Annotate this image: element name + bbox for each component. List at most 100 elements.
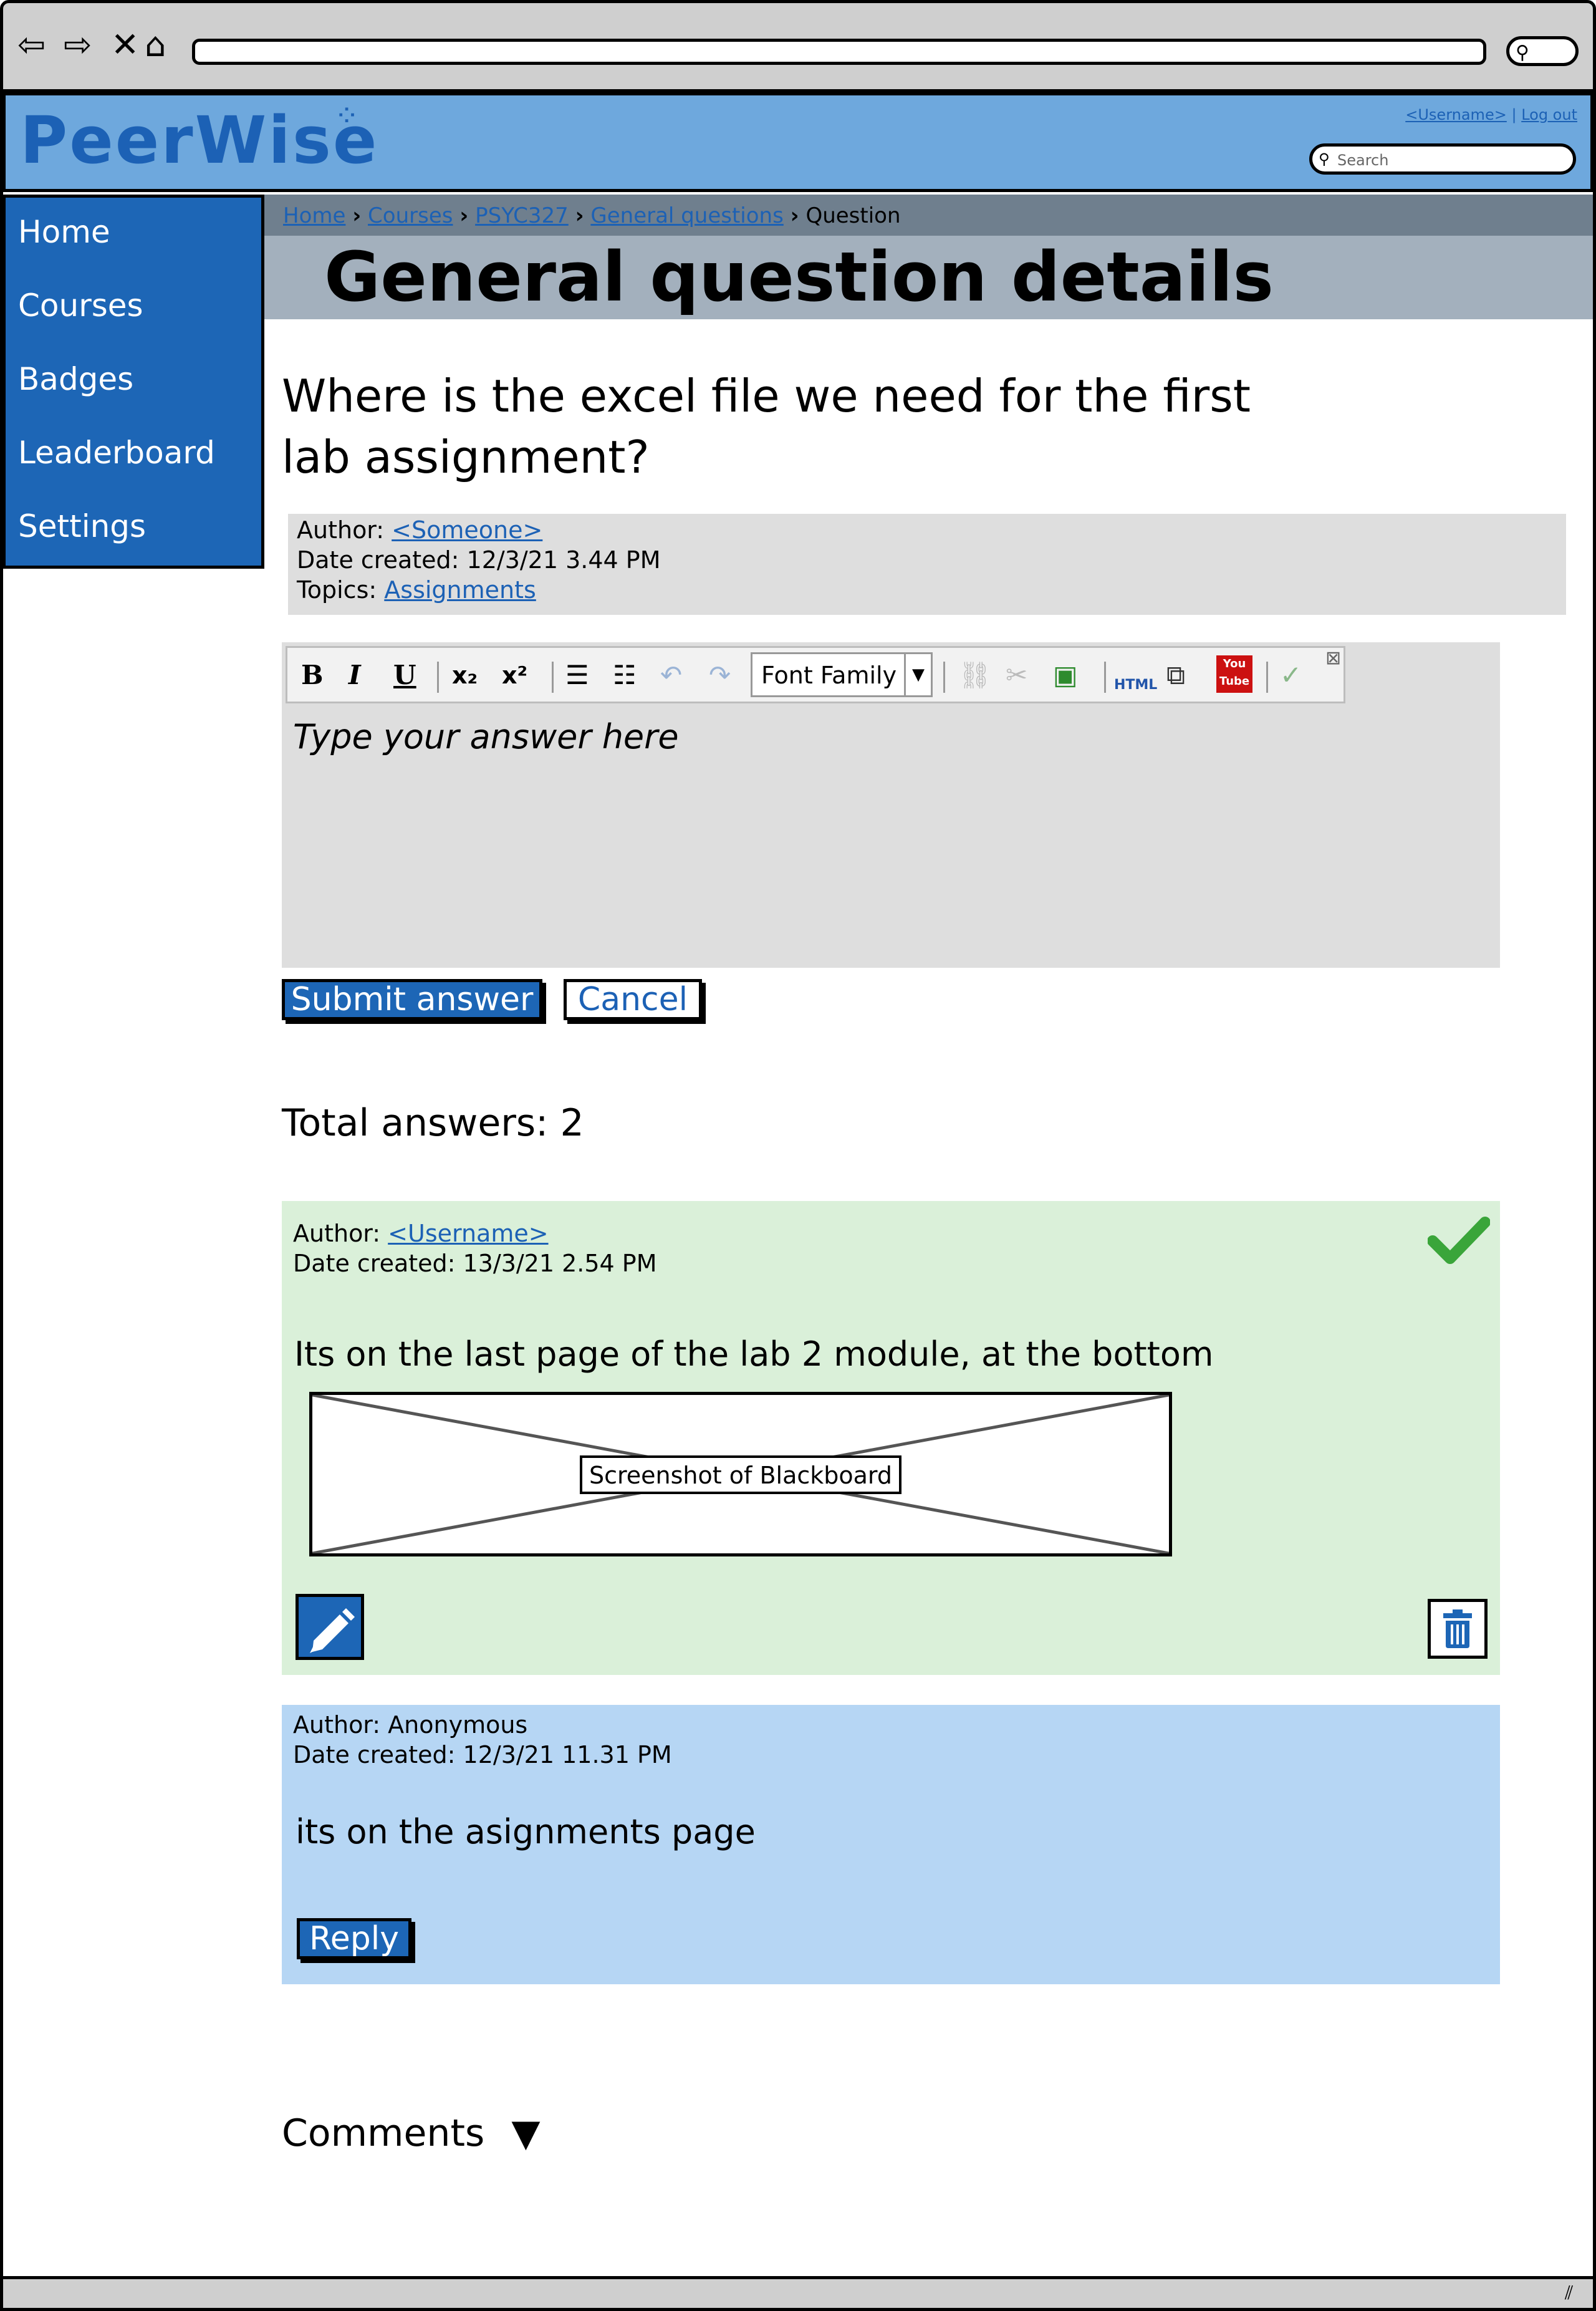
search-input[interactable]: ⚲ Search (1309, 143, 1576, 175)
page-title: General question details (324, 237, 1274, 317)
answer-date-line: Date created: 13/3/21 2.54 PM (293, 1250, 657, 1277)
frame-border (1593, 92, 1596, 2279)
author-label: Author: (293, 1711, 381, 1739)
browser-search[interactable]: ⚲ (1506, 36, 1579, 66)
breadcrumb-home[interactable]: Home (283, 203, 345, 228)
underline-icon[interactable]: U (393, 659, 416, 692)
user-links-separator: | (1511, 106, 1517, 123)
logo[interactable]: PeerWise (20, 103, 378, 178)
cancel-button[interactable]: Cancel (564, 979, 702, 1020)
user-links: <Username> | Log out (1372, 106, 1577, 123)
search-icon: ⚲ (1319, 150, 1330, 168)
author-label: Author: (297, 516, 385, 544)
status-bar (0, 2276, 1596, 2311)
close-icon[interactable]: ⊠ (1325, 647, 1341, 669)
breadcrumb-general-questions[interactable]: General questions (590, 203, 783, 228)
sidebar: Home Courses Badges Leaderboard Settings (2, 195, 264, 569)
author-link[interactable]: <Someone> (392, 516, 542, 544)
answer-text: its on the asignments page (296, 1812, 756, 1851)
submit-answer-button[interactable]: Submit answer (282, 979, 542, 1020)
undo-icon[interactable]: ↶ (660, 659, 682, 692)
sidebar-item-courses[interactable]: Courses (18, 287, 143, 324)
sidebar-item-badges[interactable]: Badges (18, 361, 133, 397)
accepted-check-icon (1427, 1216, 1491, 1266)
address-bar[interactable] (192, 39, 1486, 65)
toolbar-divider (1266, 662, 1268, 693)
answer-text: Its on the last page of the lab 2 module… (294, 1334, 1214, 1374)
numbered-list-icon[interactable]: ☷ (613, 659, 637, 692)
link-icon[interactable]: ⛓ (958, 659, 991, 692)
html-icon[interactable]: HTML (1114, 669, 1157, 702)
trash-icon (1443, 1609, 1472, 1648)
comments-toggle[interactable]: Comments ▼ (282, 2111, 540, 2155)
stop-icon[interactable]: ✕ (111, 26, 139, 64)
image-icon[interactable]: ▣ (1053, 659, 1078, 692)
redo-icon[interactable]: ↷ (709, 659, 731, 692)
logout-link[interactable]: Log out (1521, 106, 1577, 123)
total-answers: Total answers: 2 (282, 1101, 584, 1145)
date-value: 13/3/21 2.54 PM (463, 1250, 657, 1277)
edit-button[interactable] (296, 1594, 364, 1660)
author-link[interactable]: <Username> (388, 1220, 548, 1247)
question-text: Where is the excel file we need for the … (282, 370, 1251, 483)
search-icon: ⚲ (1516, 42, 1529, 64)
breadcrumb: Home › Courses › PSYC327 › General quest… (283, 203, 901, 228)
question-topics-line: Topics: Assignments (297, 576, 536, 604)
answer-date-line: Date created: 12/3/21 11.31 PM (293, 1741, 672, 1768)
frame-border (0, 92, 3, 2279)
comments-label: Comments (282, 2111, 485, 2155)
username-link[interactable]: <Username> (1405, 106, 1507, 123)
answer-author-line: Author: Anonymous (293, 1711, 527, 1739)
answer-author-line: Author: <Username> (293, 1220, 549, 1247)
question-meta: Author: <Someone> Date created: 12/3/21 … (288, 514, 1566, 615)
search-placeholder: Search (1337, 152, 1389, 169)
logo-spark-icon: ⁘ (334, 99, 360, 133)
chevron-down-icon: ▼ (904, 654, 931, 695)
breadcrumb-courses[interactable]: Courses (368, 203, 453, 228)
date-value: 12/3/21 3.44 PM (466, 546, 661, 574)
reply-button[interactable]: Reply (297, 1918, 411, 1959)
total-answers-label: Total answers: (282, 1101, 549, 1145)
resize-grip-icon[interactable]: ⫽ (1565, 2282, 1573, 2304)
sidebar-item-leaderboard[interactable]: Leaderboard (18, 435, 215, 471)
forward-icon[interactable]: ⇨ (64, 26, 92, 64)
pencil-icon (310, 1608, 355, 1653)
italic-icon[interactable]: I (349, 659, 361, 692)
spellcheck-icon[interactable]: ✓ (1280, 659, 1302, 692)
date-label: Date created: (297, 546, 459, 574)
sidebar-item-home[interactable]: Home (18, 214, 110, 250)
editor-placeholder: Type your answer here (293, 717, 679, 756)
home-icon[interactable]: ⌂ (145, 26, 166, 64)
date-label: Date created: (293, 1741, 456, 1768)
triangle-down-icon: ▼ (511, 2111, 541, 2155)
author-label: Author: (293, 1220, 381, 1247)
topics-label: Topics: (297, 576, 377, 604)
delete-button[interactable] (1428, 1599, 1488, 1659)
breadcrumb-course[interactable]: PSYC327 (475, 203, 569, 228)
date-value: 12/3/21 11.31 PM (463, 1741, 672, 1768)
topic-link[interactable]: Assignments (384, 576, 536, 604)
breadcrumb-separator: › (790, 203, 799, 228)
author-name: Anonymous (388, 1711, 528, 1739)
toolbar-divider (943, 662, 945, 693)
total-answers-count: 2 (560, 1101, 584, 1145)
toolbar-divider (437, 662, 439, 693)
breadcrumb-current: Question (805, 203, 901, 228)
question-author-line: Author: <Someone> (297, 516, 542, 544)
back-icon[interactable]: ⇦ (17, 26, 46, 64)
superscript-icon[interactable]: x² (502, 659, 527, 692)
bullet-list-icon[interactable]: ☰ (565, 659, 589, 692)
date-label: Date created: (293, 1250, 456, 1277)
bold-icon[interactable]: B (301, 659, 324, 692)
breadcrumb-separator: › (575, 203, 584, 228)
media-icon[interactable]: ⧉ (1166, 659, 1185, 692)
image-label: Screenshot of Blackboard (580, 1455, 901, 1494)
font-family-select[interactable]: Font Family ▼ (751, 652, 933, 697)
subscript-icon[interactable]: x₂ (452, 659, 478, 692)
toolbar-divider (552, 662, 554, 693)
unlink-icon[interactable]: ✂ (1006, 659, 1027, 692)
question-date-line: Date created: 12/3/21 3.44 PM (297, 546, 661, 574)
youtube-icon[interactable]: You Tube (1216, 655, 1252, 693)
breadcrumb-separator: › (352, 203, 362, 228)
sidebar-item-settings[interactable]: Settings (18, 508, 146, 544)
